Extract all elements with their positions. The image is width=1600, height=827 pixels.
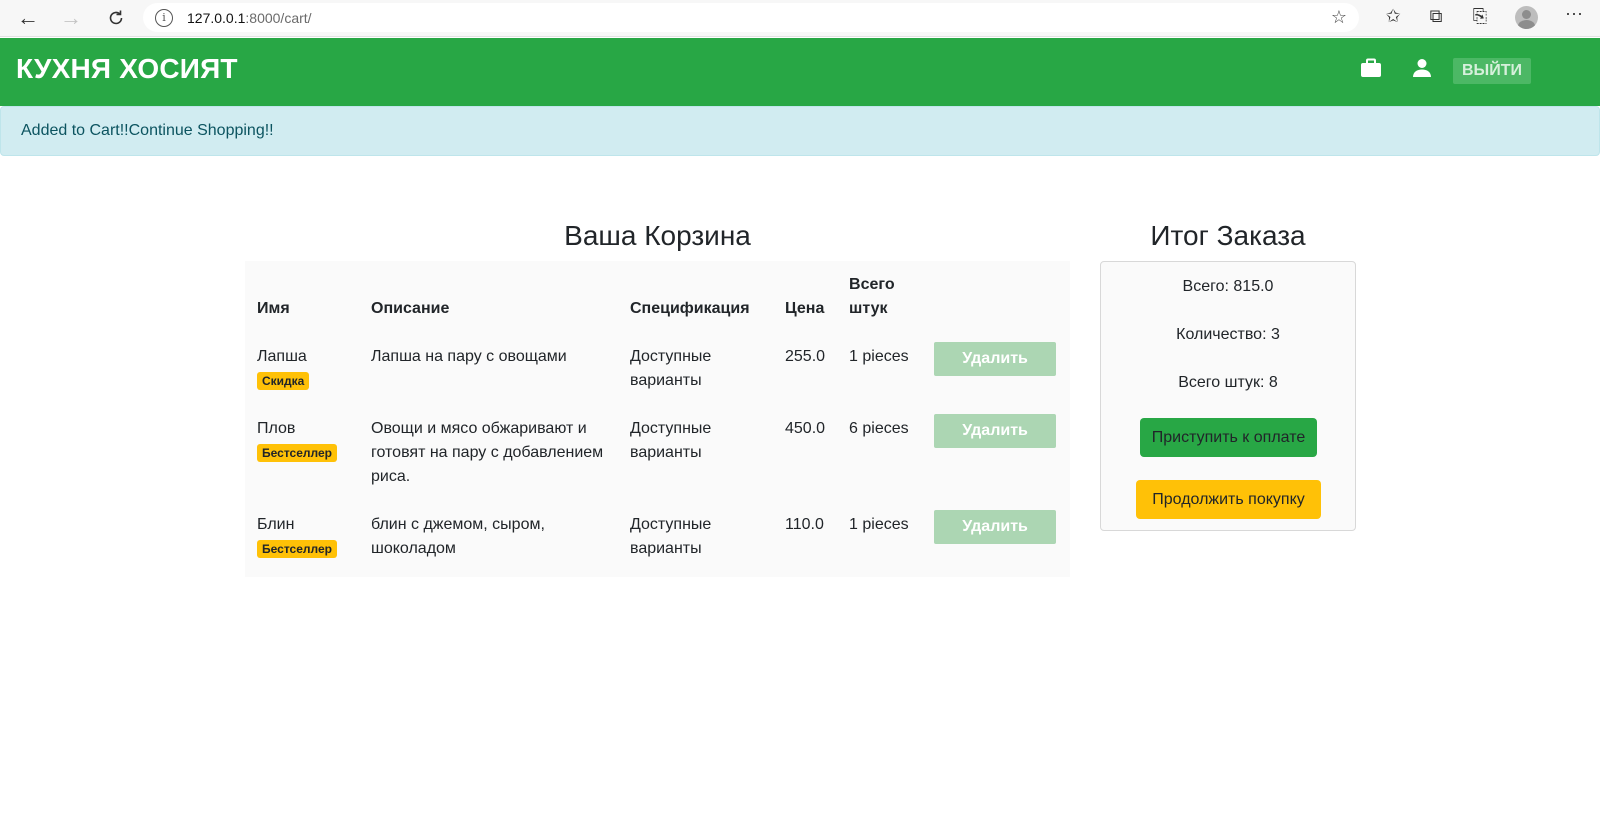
summary-items: Всего штук: 8: [1178, 374, 1278, 391]
item-spec: Доступные варианты: [630, 420, 712, 461]
table-row: Блин Бестселлер блин с джемом, сыром, шок…: [245, 501, 1070, 573]
screenshot-icon[interactable]: ⎘: [1468, 6, 1492, 27]
table-header-row: Имя Описание Спецификация Цена Всего шту…: [245, 261, 1070, 333]
summary-count: Количество: 3: [1176, 326, 1280, 343]
url-text: 127.0.0.1:8000/cart/: [187, 10, 312, 26]
col-header-qty: Всего штук: [849, 276, 895, 317]
continue-shopping-button[interactable]: Продолжить покупку: [1136, 480, 1321, 519]
item-name: Лапша: [257, 348, 307, 365]
cart-title: Ваша Корзина: [564, 220, 751, 251]
url-path: :8000/cart/: [245, 9, 312, 26]
col-header-price: Цена: [785, 300, 825, 317]
collections-icon[interactable]: ⧉: [1424, 6, 1448, 27]
item-spec: Доступные варианты: [630, 348, 712, 389]
address-bar[interactable]: i 127.0.0.1:8000/cart/ ☆: [143, 3, 1359, 32]
item-price: 110.0: [785, 516, 824, 533]
alert-message: Added to Cart!!Continue Shopping!!: [21, 122, 274, 139]
table-row: Лапша Скидка Лапша на пару с овощами Дост…: [245, 333, 1070, 405]
browser-toolbar: ← → i 127.0.0.1:8000/cart/ ☆ ✩ ⧉ ⎘ ···: [0, 0, 1600, 37]
item-badge: Бестселлер: [257, 444, 337, 462]
add-favorite-icon[interactable]: ☆: [1331, 7, 1347, 28]
summary-total: Всего: 815.0: [1182, 278, 1274, 295]
forward-arrow-icon[interactable]: →: [58, 5, 84, 31]
item-spec: Доступные варианты: [630, 516, 712, 557]
site-navbar: КУХНЯ ХОСИЯТ ВЫЙТИ: [0, 38, 1600, 106]
url-host: 127.0.0.1: [187, 9, 246, 26]
delete-button[interactable]: Удалить: [934, 510, 1057, 544]
item-qty: 1 pieces: [849, 348, 909, 365]
summary-title: Итог Заказа: [1150, 220, 1306, 251]
col-header-name: Имя: [257, 300, 290, 317]
more-menu-icon[interactable]: ···: [1562, 3, 1586, 24]
site-info-icon[interactable]: i: [155, 8, 173, 27]
delete-button[interactable]: Удалить: [934, 414, 1057, 448]
item-name: Плов: [257, 420, 296, 437]
item-qty: 6 pieces: [849, 420, 909, 437]
item-name: Блин: [257, 516, 295, 533]
cart-table: Имя Описание Спецификация Цена Всего шту…: [245, 261, 1070, 573]
item-description: Лапша на пару с овощами: [371, 348, 567, 365]
table-row: Плов Бестселлер Овощи и мясо обжаривают и…: [245, 405, 1070, 501]
item-badge: Бестселлер: [257, 540, 337, 558]
user-icon[interactable]: [1412, 58, 1432, 83]
delete-button[interactable]: Удалить: [934, 342, 1057, 376]
item-description: блин с джемом, сыром, шоколадом: [371, 516, 545, 557]
item-qty: 1 pieces: [849, 516, 909, 533]
col-header-spec: Спецификация: [630, 300, 750, 317]
back-arrow-icon[interactable]: ←: [15, 5, 41, 31]
cart-alert: Added to Cart!!Continue Shopping!!: [0, 106, 1600, 156]
item-price: 450.0: [785, 420, 826, 437]
profile-avatar-icon[interactable]: [1515, 6, 1538, 29]
briefcase-icon[interactable]: [1360, 58, 1382, 83]
cart-table-container: Имя Описание Спецификация Цена Всего шту…: [245, 261, 1070, 577]
logout-button[interactable]: ВЫЙТИ: [1453, 58, 1531, 84]
reload-icon[interactable]: [103, 5, 129, 31]
favorites-icon[interactable]: ✩: [1381, 6, 1405, 27]
item-description: Овощи и мясо обжаривают и готовят на пар…: [371, 420, 604, 485]
item-badge: Скидка: [257, 372, 310, 390]
col-header-actions: [922, 261, 1070, 333]
summary-card: Всего: 815.0 Количество: 3 Всего штук: 8…: [1100, 261, 1356, 531]
checkout-button[interactable]: Приступить к оплате: [1140, 418, 1317, 457]
col-header-description: Описание: [371, 300, 450, 317]
item-price: 255.0: [785, 348, 826, 365]
brand-logo[interactable]: КУХНЯ ХОСИЯТ: [16, 53, 238, 85]
